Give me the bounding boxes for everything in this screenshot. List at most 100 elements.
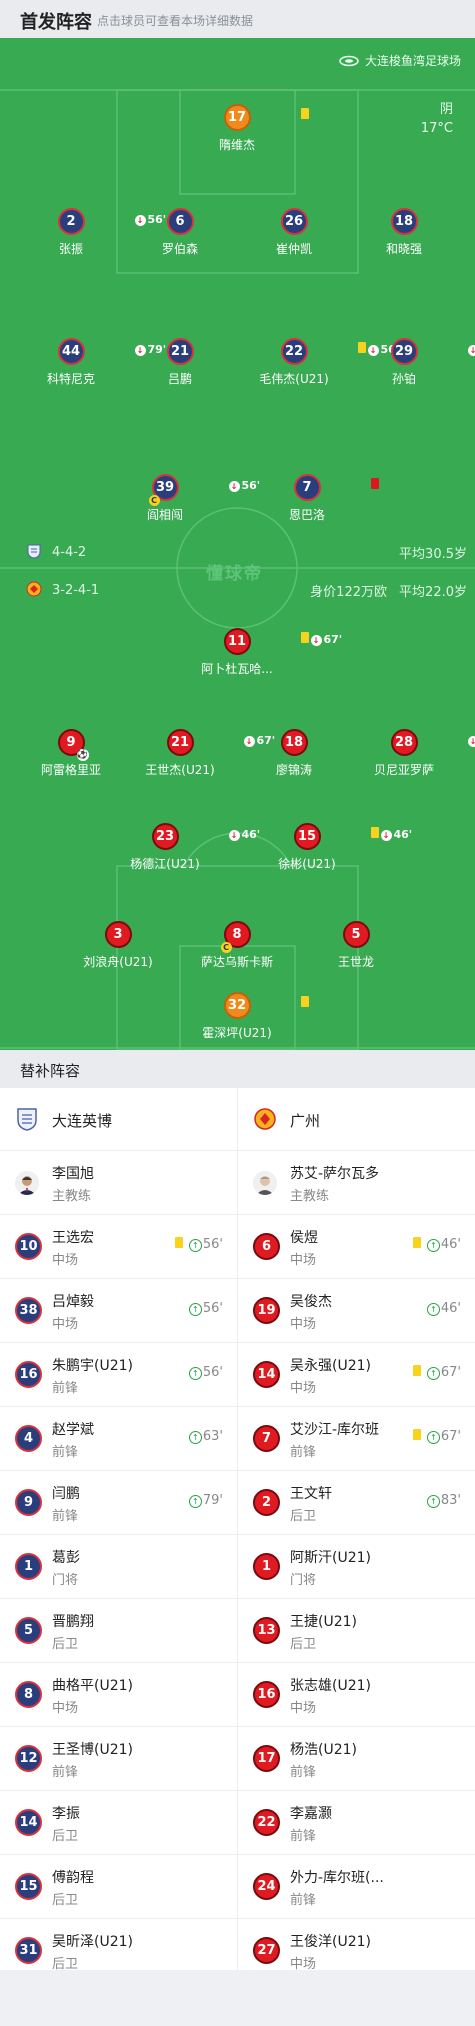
away-player-6[interactable]: 15 ↓ 46' 徐彬(U21) xyxy=(247,823,412,872)
list-item[interactable]: 22 李嘉灏 前锋 xyxy=(238,1791,475,1855)
away-player-5[interactable]: 23 ↓ 46' 杨德江(U21) xyxy=(105,823,260,872)
player-dot: 22 ↓ 56' xyxy=(280,338,399,365)
player-name: 阿斯汗(U21) xyxy=(290,1550,371,1566)
home-player-2[interactable]: 6 罗伯森 xyxy=(120,208,240,257)
coach-avatar-icon xyxy=(15,1171,39,1195)
yellow-card-icon xyxy=(300,996,309,1007)
list-item[interactable]: 7 艾沙江-库尔班 前锋 ↑ 67' xyxy=(238,1407,475,1471)
home-player-4[interactable]: 18 和晓强 xyxy=(344,208,464,257)
player-name: 傅韵程 xyxy=(52,1870,94,1886)
player-position: 后卫 xyxy=(52,1829,79,1844)
home-player-7[interactable]: 22 ↓ 56' 毛伟杰(U21) xyxy=(234,338,399,387)
sub-out-icon: ↓ xyxy=(467,736,475,747)
away-player-9[interactable]: 5 王世龙 xyxy=(296,921,416,970)
player-number: 38 xyxy=(15,1297,42,1324)
player-number: 13 xyxy=(253,1617,280,1644)
home-team-header[interactable]: 大连英博 xyxy=(0,1088,237,1151)
weather-condition: 阴 xyxy=(439,102,453,117)
player-dot: 29 ↓63' xyxy=(390,338,475,365)
player-number: 14 xyxy=(15,1809,42,1836)
player-name: 贝尼亚罗萨 xyxy=(373,763,434,777)
away-player-3[interactable]: 18 廖锦涛 xyxy=(234,729,354,778)
event-minute: 67' xyxy=(323,633,343,646)
away-player-2[interactable]: 21 ↓ 67' 王世杰(U21) xyxy=(120,729,275,778)
lineup-hint: 点击球员可查看本场详细数据 xyxy=(97,14,254,28)
player-number: 21 xyxy=(170,344,190,359)
home-player-1[interactable]: 2 ↓ 56' 张振 xyxy=(11,208,166,257)
player-number: 14 xyxy=(253,1361,280,1388)
sub-in-icon: ↑ xyxy=(188,1431,202,1444)
list-item[interactable]: 6 侯煜 中场 ↑ 46' xyxy=(238,1215,475,1279)
player-number: 11 xyxy=(227,634,247,649)
player-name: 恩巴洛 xyxy=(288,508,325,522)
home-player-10[interactable]: 7 恩巴洛 xyxy=(247,474,379,523)
home-avg-age: 平均30.5岁 xyxy=(399,547,467,562)
home-player-5[interactable]: 44 ↓ 79' 科特尼克 xyxy=(11,338,166,387)
sub-minute: 83' xyxy=(440,1493,461,1508)
list-item[interactable]: 38 吕焯毅 中场 ↑ 56' xyxy=(0,1279,237,1343)
away-player-0[interactable]: 11 ↓ 67' 阿卜杜瓦哈... xyxy=(177,628,342,677)
list-item[interactable]: 24 外力-库尔班(... 前锋 xyxy=(238,1855,475,1919)
list-item[interactable]: 14 李振 后卫 xyxy=(0,1791,237,1855)
list-item[interactable]: 10 王选宏 中场 ↑ 56' xyxy=(0,1215,237,1279)
player-name: 罗伯森 xyxy=(161,242,198,256)
home-player-0[interactable]: 17 隋维杰 xyxy=(177,104,309,153)
list-item[interactable]: 14 吴永强(U21) 中场 ↑ 67' xyxy=(238,1343,475,1407)
list-item[interactable]: 1 葛彭 门将 xyxy=(0,1535,237,1599)
list-item[interactable]: 15 傅韵程 后卫 xyxy=(0,1855,237,1919)
list-item[interactable]: 9 闫鹏 前锋 ↑ 79' xyxy=(0,1471,237,1535)
home-coach[interactable]: 李国旭 主教练 xyxy=(0,1151,237,1215)
player-position: 前锋 xyxy=(290,1829,317,1844)
sub-minute: 63' xyxy=(202,1429,223,1444)
player-number: 8 xyxy=(232,927,242,942)
list-item[interactable]: 2 王文轩 后卫 ↑ 83' xyxy=(238,1471,475,1535)
player-name: 科特尼克 xyxy=(46,372,95,386)
list-item[interactable]: 16 朱鹏宇(U21) 前锋 ↑ 56' xyxy=(0,1343,237,1407)
away-player-4[interactable]: 28 ↓83' 贝尼亚罗萨 xyxy=(344,729,475,778)
player-name: 阿雷格里亚 xyxy=(40,763,101,777)
sub-time: ↑ 56' xyxy=(174,1237,223,1252)
player-name: 孙铂 xyxy=(391,372,416,386)
list-item[interactable]: 19 吴俊杰 中场 ↑ 46' xyxy=(238,1279,475,1343)
player-number: 22 xyxy=(284,344,304,359)
sub-minute: 56' xyxy=(202,1365,223,1380)
player-dot: 23 ↓ 46' xyxy=(151,823,260,850)
away-player-10[interactable]: 32 霍深坪(U21) xyxy=(177,992,309,1041)
away-team-logo-icon xyxy=(254,1108,276,1130)
player-name: 朱鹏宇(U21) xyxy=(52,1358,133,1374)
away-team-header[interactable]: 广州 xyxy=(238,1088,475,1151)
coach-name: 苏艾-萨尔瓦多 xyxy=(290,1166,380,1182)
player-position: 前锋 xyxy=(52,1381,79,1396)
list-item[interactable]: 16 张志雄(U21) 中场 xyxy=(238,1663,475,1727)
sub-minute: 46' xyxy=(440,1237,461,1252)
player-name: 王捷(U21) xyxy=(290,1614,357,1630)
player-dot: 21 xyxy=(166,338,194,365)
player-number: 22 xyxy=(253,1809,280,1836)
away-team-name: 广州 xyxy=(290,1112,321,1130)
home-player-8[interactable]: 29 ↓63' 孙铂 xyxy=(344,338,475,387)
player-dot: 15 ↓ 46' xyxy=(293,823,412,850)
sub-in-icon: ↑ xyxy=(188,1303,202,1316)
list-item[interactable]: 5 晋鹏翔 后卫 xyxy=(0,1599,237,1663)
list-item[interactable]: 4 赵学斌 前锋 ↑ 63' xyxy=(0,1407,237,1471)
away-coach[interactable]: 苏艾-萨尔瓦多 主教练 xyxy=(238,1151,475,1215)
list-item[interactable]: 1 阿斯汗(U21) 门将 xyxy=(238,1535,475,1599)
list-item[interactable]: 8 曲格平(U21) 中场 xyxy=(0,1663,237,1727)
player-name: 和晓强 xyxy=(385,242,422,256)
sub-in-icon: ↑ xyxy=(188,1495,202,1508)
home-player-6[interactable]: 21 吕鹏 xyxy=(120,338,240,387)
player-dot: 5 xyxy=(342,921,370,948)
list-item[interactable]: 13 王捷(U21) 后卫 xyxy=(238,1599,475,1663)
player-number: 6 xyxy=(253,1233,280,1260)
sub-minute: 79' xyxy=(202,1493,223,1508)
sub-time: ↑ 79' xyxy=(188,1493,223,1508)
away-player-8[interactable]: 8 C 萨达乌斯卡斯 xyxy=(177,921,297,970)
list-item[interactable]: 17 杨浩(U21) 前锋 xyxy=(238,1727,475,1791)
player-number: 6 xyxy=(175,214,185,229)
list-item[interactable]: 12 王圣博(U21) 前锋 xyxy=(0,1727,237,1791)
away-player-7[interactable]: 3 刘浪舟(U21) xyxy=(58,921,178,970)
away-player-1[interactable]: 9 ⚽ 阿雷格里亚 xyxy=(11,729,131,778)
home-player-9[interactable]: 39 C ↓ 56' 阎相闯 xyxy=(105,474,260,523)
home-player-3[interactable]: 26 崔仲凯 xyxy=(234,208,354,257)
sub-out-icon: ↓ xyxy=(228,481,240,492)
